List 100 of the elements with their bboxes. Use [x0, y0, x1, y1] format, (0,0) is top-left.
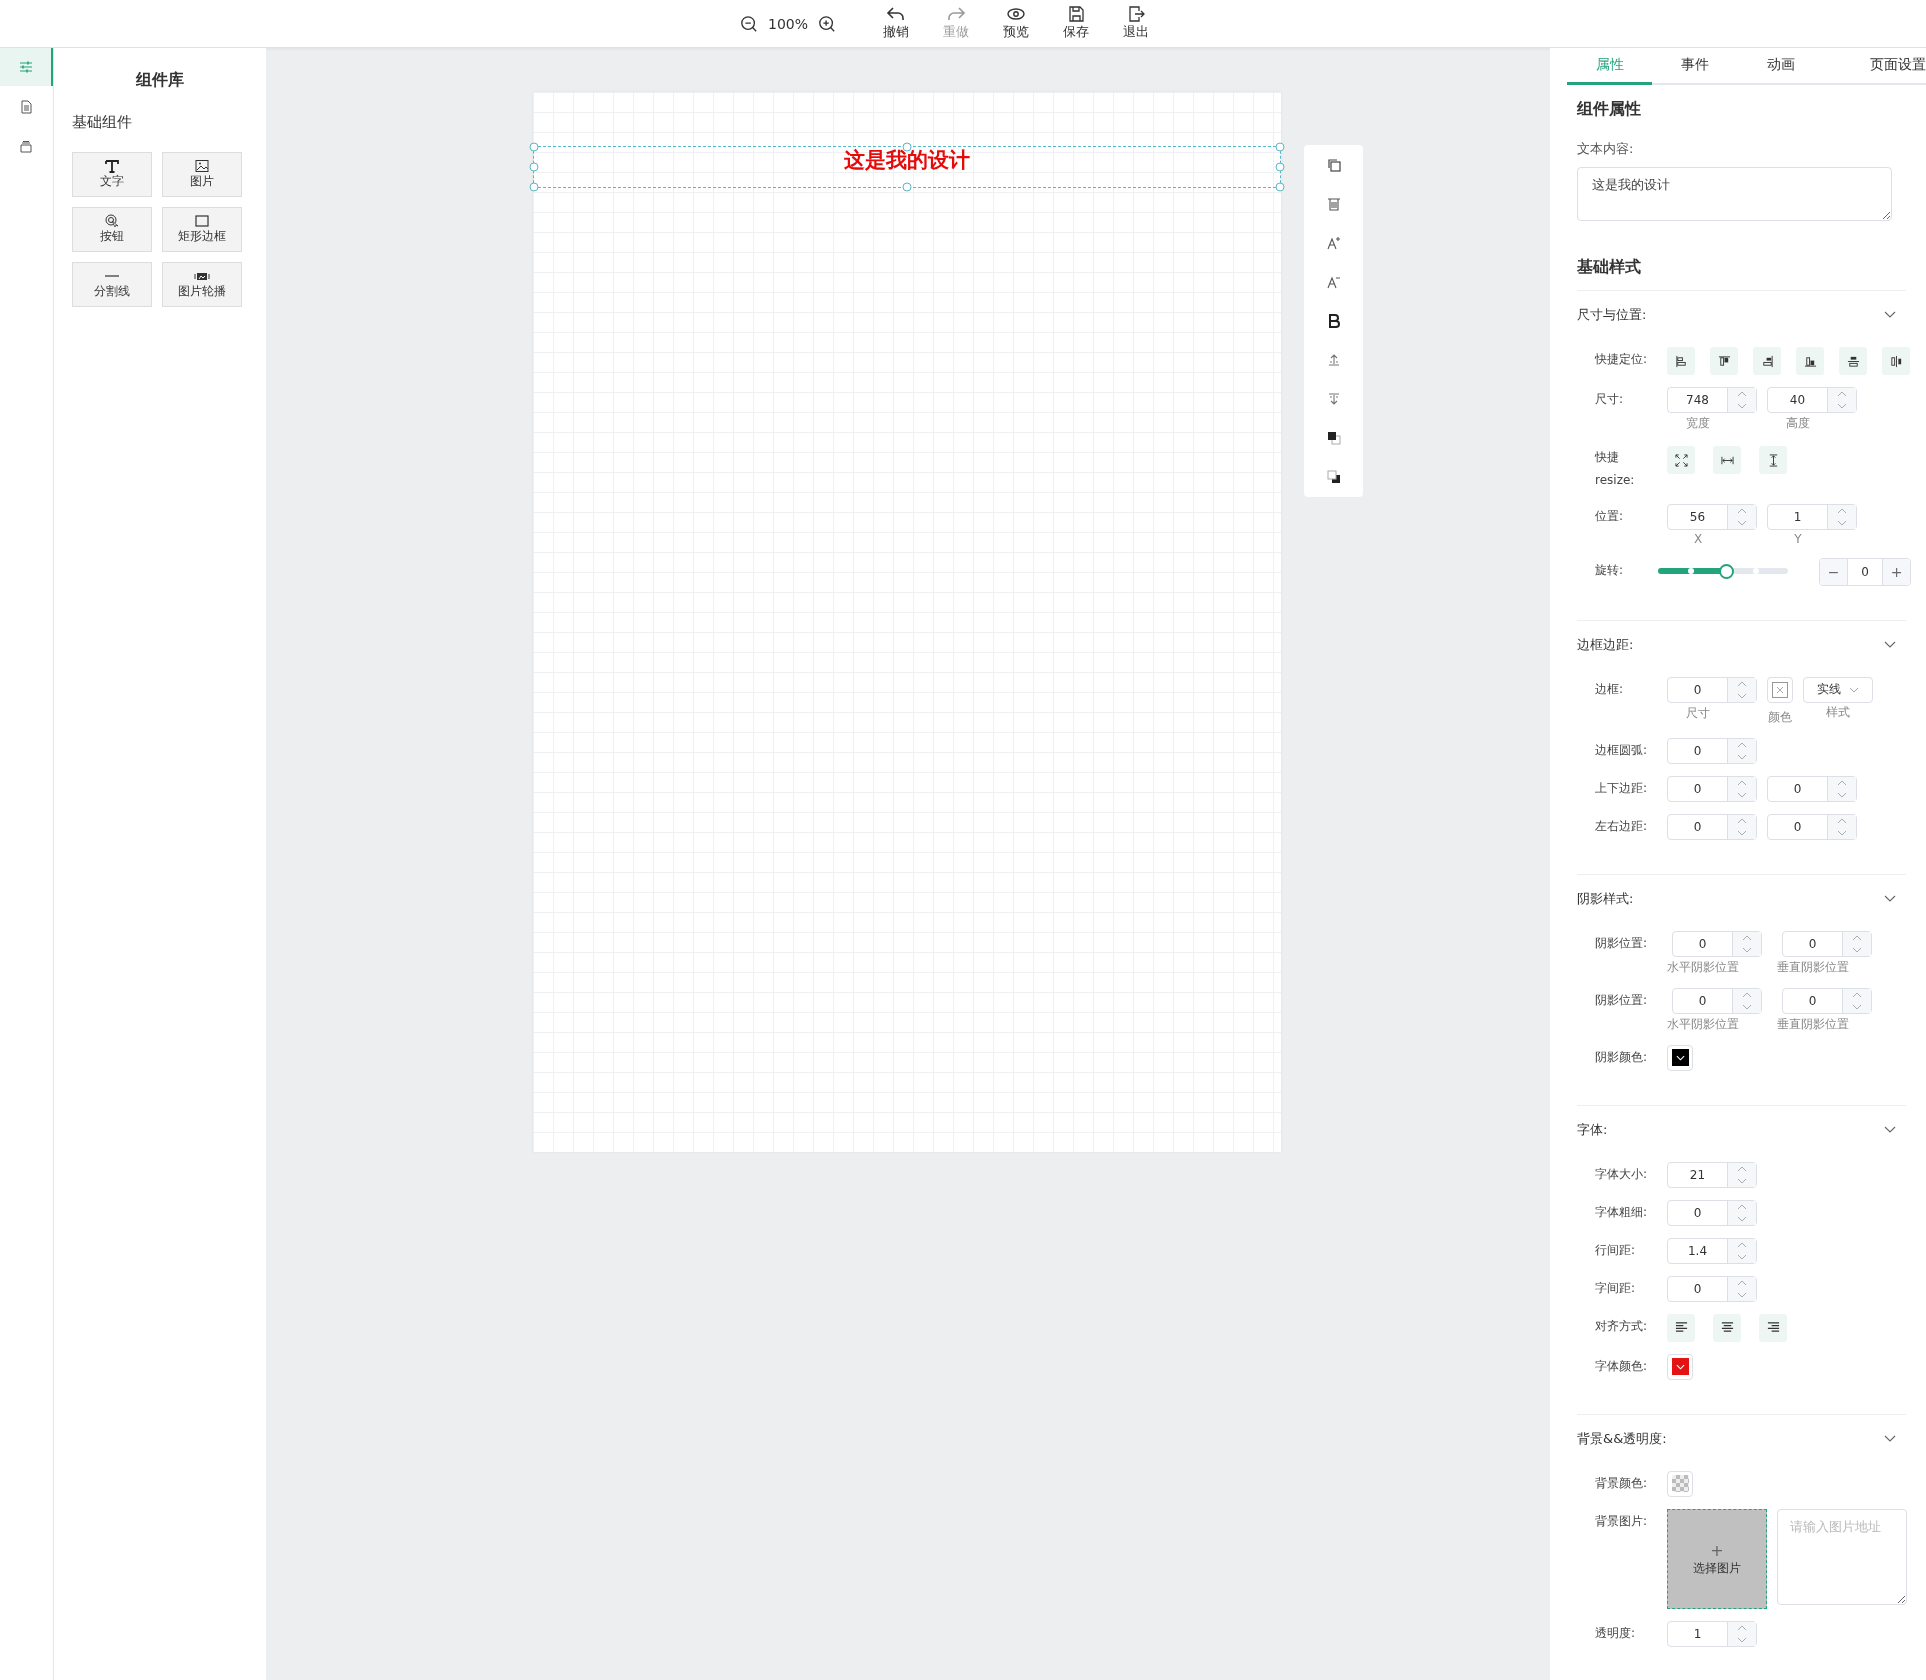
toolbar-button[interactable]: 预览 — [996, 6, 1036, 41]
number-input[interactable]: 1 — [1767, 503, 1857, 530]
spin-down-icon[interactable] — [1742, 946, 1752, 953]
spin-up-icon[interactable] — [1737, 680, 1747, 687]
color-picker[interactable] — [1667, 1044, 1693, 1071]
align-left-button[interactable] — [1667, 347, 1695, 375]
spin-down-icon[interactable] — [1852, 946, 1862, 953]
number-input[interactable]: 21 — [1667, 1161, 1757, 1188]
spin-down-icon[interactable] — [1737, 829, 1747, 836]
spin-up-icon[interactable] — [1737, 391, 1747, 397]
spin-up-icon[interactable] — [1852, 991, 1862, 998]
spin-up-icon[interactable] — [1737, 507, 1747, 514]
spin-down-icon[interactable] — [1852, 1003, 1862, 1010]
spin-up-icon[interactable] — [1742, 991, 1752, 998]
spin-up-icon[interactable] — [1737, 779, 1747, 786]
spin-up-icon[interactable] — [1737, 1241, 1747, 1248]
number-input[interactable]: 56 — [1667, 503, 1757, 530]
chevron-icon[interactable] — [1884, 894, 1896, 903]
border-color-picker[interactable] — [1767, 676, 1793, 703]
center-vertical-button[interactable] — [1839, 347, 1867, 375]
decrement-button[interactable]: − — [1820, 558, 1847, 585]
toolbar-button[interactable]: 撤销 — [876, 6, 916, 41]
spin-down-icon[interactable] — [1737, 1291, 1747, 1298]
tab[interactable]: 事件 — [1652, 48, 1738, 85]
border-style-select[interactable]: 实线 — [1803, 676, 1873, 703]
spin-down-icon[interactable] — [1737, 791, 1747, 798]
number-input[interactable]: 0 — [1667, 1275, 1757, 1302]
spin-down-icon[interactable] — [1837, 791, 1847, 798]
spin-down-icon[interactable] — [1737, 753, 1747, 760]
text-align-center-button[interactable] — [1713, 1313, 1741, 1342]
bring-front-icon[interactable] — [1325, 430, 1342, 446]
spin-down-icon[interactable] — [1737, 519, 1747, 526]
spin-down-icon[interactable] — [1737, 403, 1747, 409]
spin-down-icon[interactable] — [1737, 692, 1747, 699]
component-button[interactable]: 图片轮播 — [162, 262, 242, 307]
spin-up-icon[interactable] — [1737, 1165, 1747, 1172]
chevron-icon[interactable] — [1884, 311, 1896, 319]
full-width-button[interactable] — [1713, 446, 1741, 474]
spin-up-icon[interactable] — [1742, 934, 1752, 941]
center-horizontal-button[interactable] — [1882, 347, 1910, 375]
text-content-field[interactable]: 这是我的设计 — [1577, 167, 1892, 221]
send-back-icon[interactable] — [1325, 469, 1342, 485]
spin-down-icon[interactable] — [1737, 1636, 1747, 1643]
slider-thumb[interactable] — [1719, 563, 1734, 579]
chevron-icon[interactable] — [1884, 640, 1896, 649]
spin-up-icon[interactable] — [1837, 779, 1847, 786]
resize-handle[interactable] — [902, 182, 911, 192]
spin-up-icon[interactable] — [1852, 934, 1862, 941]
number-input[interactable]: 0 — [1667, 1199, 1757, 1226]
number-input[interactable]: 0 — [1672, 987, 1762, 1014]
component-button[interactable]: 按钮 — [72, 207, 152, 252]
color-picker[interactable] — [1667, 1470, 1693, 1497]
number-input[interactable]: 0 — [1667, 676, 1757, 703]
number-input[interactable]: 0 — [1767, 813, 1857, 840]
number-input[interactable]: 0 — [1782, 987, 1872, 1014]
number-input[interactable]: 0 — [1667, 813, 1757, 840]
spin-up-icon[interactable] — [1737, 1279, 1747, 1286]
spin-down-icon[interactable] — [1837, 829, 1847, 836]
component-button[interactable]: 文字 — [72, 152, 152, 197]
design-canvas[interactable]: 这是我的设计 — [532, 92, 1281, 1152]
align-top-button[interactable] — [1710, 347, 1738, 375]
number-input[interactable]: 1 — [1667, 1620, 1757, 1647]
text-align-left-button[interactable] — [1667, 1313, 1695, 1342]
align-bottom-button[interactable] — [1796, 347, 1824, 375]
component-button[interactable]: 图片 — [162, 152, 242, 197]
spin-down-icon[interactable] — [1837, 519, 1847, 526]
font-decrease-icon[interactable] — [1325, 274, 1342, 290]
expand-button[interactable] — [1667, 446, 1695, 474]
number-input[interactable]: 0 — [1767, 775, 1857, 802]
number-input[interactable]: 748 — [1667, 387, 1757, 413]
copy-icon[interactable] — [1325, 157, 1342, 173]
spin-up-icon[interactable] — [1737, 1624, 1747, 1631]
spin-up-icon[interactable] — [1737, 817, 1747, 824]
number-input[interactable]: 0 — [1782, 930, 1872, 957]
number-input[interactable]: 0 — [1667, 775, 1757, 802]
chevron-icon[interactable] — [1884, 1125, 1896, 1134]
increment-button[interactable]: + — [1883, 558, 1910, 585]
spin-down-icon[interactable] — [1737, 1215, 1747, 1222]
spin-up-icon[interactable] — [1737, 1203, 1747, 1210]
number-input[interactable]: 1.4 — [1667, 1237, 1757, 1264]
sidebar-tab[interactable] — [0, 48, 53, 86]
toolbar-button[interactable]: 保存 — [1056, 6, 1096, 41]
spin-up-icon[interactable] — [1837, 817, 1847, 824]
zoom-in-icon[interactable] — [818, 14, 836, 33]
zoom-out-icon[interactable] — [740, 14, 758, 33]
tab[interactable]: 动画 — [1737, 48, 1824, 85]
full-height-button[interactable] — [1759, 446, 1787, 474]
upload-image-button[interactable]: + 选择图片 — [1667, 1508, 1767, 1609]
spin-down-icon[interactable] — [1737, 1253, 1747, 1260]
spin-down-icon[interactable] — [1742, 1003, 1752, 1010]
number-input[interactable]: 0 — [1672, 930, 1762, 957]
spin-up-icon[interactable] — [1837, 391, 1847, 397]
image-url-field[interactable]: 请输入图片地址 — [1777, 1508, 1907, 1605]
toolbar-button[interactable]: 退出 — [1116, 6, 1156, 41]
color-picker[interactable] — [1667, 1353, 1693, 1380]
spin-up-icon[interactable] — [1737, 741, 1747, 748]
text-align-right-button[interactable] — [1759, 1313, 1787, 1342]
spin-down-icon[interactable] — [1837, 403, 1847, 409]
number-input[interactable]: 40 — [1767, 387, 1857, 413]
component-button[interactable]: 矩形边框 — [162, 207, 242, 252]
